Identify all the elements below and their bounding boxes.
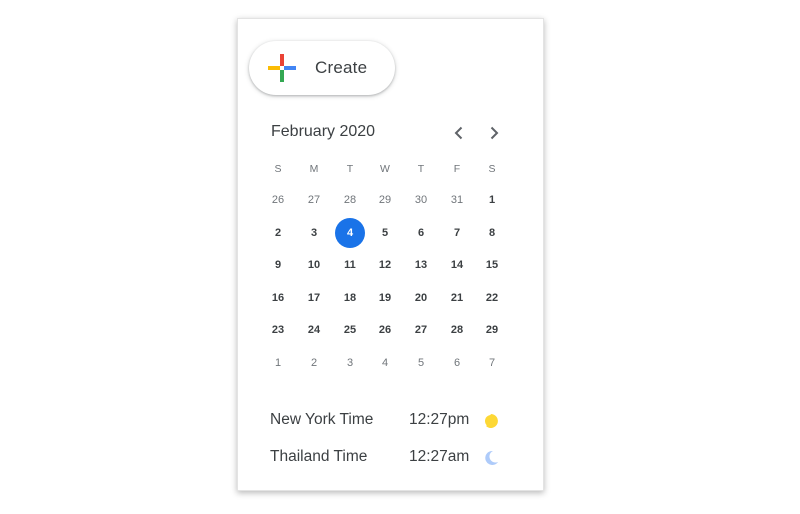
calendar-day[interactable]: 29: [477, 315, 507, 345]
sun-icon: [485, 414, 498, 428]
timezone-time: 12:27pm: [409, 411, 470, 428]
calendar-day[interactable]: 21: [442, 283, 472, 313]
calendar-day[interactable]: 5: [406, 348, 436, 378]
calendar-day[interactable]: 20: [406, 283, 436, 313]
calendar-day[interactable]: 1: [477, 185, 507, 215]
previous-month-button[interactable]: [449, 123, 469, 143]
chevron-right-icon: [490, 126, 499, 140]
month-title: February 2020: [271, 123, 376, 140]
timezone-time: 12:27am: [409, 448, 470, 465]
calendar-day[interactable]: 27: [406, 315, 436, 345]
calendar-day[interactable]: 22: [477, 283, 507, 313]
calendar-day[interactable]: 2: [299, 348, 329, 378]
next-month-button[interactable]: [484, 123, 504, 143]
calendar-day[interactable]: 29: [370, 185, 400, 215]
calendar-day[interactable]: 10: [299, 250, 329, 280]
calendar-day[interactable]: 3: [299, 218, 329, 248]
calendar-day[interactable]: 3: [335, 348, 365, 378]
calendar-day[interactable]: 25: [335, 315, 365, 345]
timezone-name: New York Time: [270, 411, 374, 428]
calendar-day[interactable]: 28: [335, 185, 365, 215]
calendar-day[interactable]: 23: [263, 315, 293, 345]
weekday-header: W: [380, 163, 390, 175]
calendar-day[interactable]: 15: [477, 250, 507, 280]
calendar-day[interactable]: 9: [263, 250, 293, 280]
create-button[interactable]: Create: [249, 41, 395, 95]
calendar-day[interactable]: 26: [263, 185, 293, 215]
calendar-day[interactable]: 28: [442, 315, 472, 345]
calendar-day[interactable]: 2: [263, 218, 293, 248]
weekday-header: T: [417, 163, 425, 175]
calendar-day[interactable]: 7: [442, 218, 472, 248]
calendar-day[interactable]: 4: [370, 348, 400, 378]
weekday-header: F: [453, 163, 461, 175]
calendar-day[interactable]: 18: [335, 283, 365, 313]
calendar-day[interactable]: 12: [370, 250, 400, 280]
calendar-day[interactable]: 19: [370, 283, 400, 313]
calendar-day[interactable]: 30: [406, 185, 436, 215]
moon-icon: [485, 450, 498, 465]
calendar-day[interactable]: 31: [442, 185, 472, 215]
weekday-header: S: [274, 163, 282, 175]
calendar-day[interactable]: 7: [477, 348, 507, 378]
calendar-side-panel: Create February 2020 S M T W T F S 26 27 28 29 30 31…: [237, 18, 544, 491]
calendar-day[interactable]: 11: [335, 250, 365, 280]
calendar-day[interactable]: 5: [370, 218, 400, 248]
calendar-day[interactable]: 8: [477, 218, 507, 248]
calendar-day[interactable]: 16: [263, 283, 293, 313]
calendar-day[interactable]: 26: [370, 315, 400, 345]
calendar-day[interactable]: 6: [406, 218, 436, 248]
calendar-day[interactable]: 24: [299, 315, 329, 345]
plus-icon: [268, 54, 296, 82]
calendar-day[interactable]: 17: [299, 283, 329, 313]
calendar-day[interactable]: 1: [263, 348, 293, 378]
weekday-header: T: [346, 163, 354, 175]
calendar-day[interactable]: 13: [406, 250, 436, 280]
calendar-day[interactable]: 27: [299, 185, 329, 215]
chevron-left-icon: [454, 126, 463, 140]
create-button-label: Create: [315, 58, 368, 77]
selected-day[interactable]: 4: [335, 218, 365, 248]
calendar-day[interactable]: 6: [442, 348, 472, 378]
calendar-day[interactable]: 14: [442, 250, 472, 280]
timezone-name: Thailand Time: [270, 448, 368, 465]
weekday-header: S: [488, 163, 496, 175]
weekday-header: M: [309, 163, 319, 175]
